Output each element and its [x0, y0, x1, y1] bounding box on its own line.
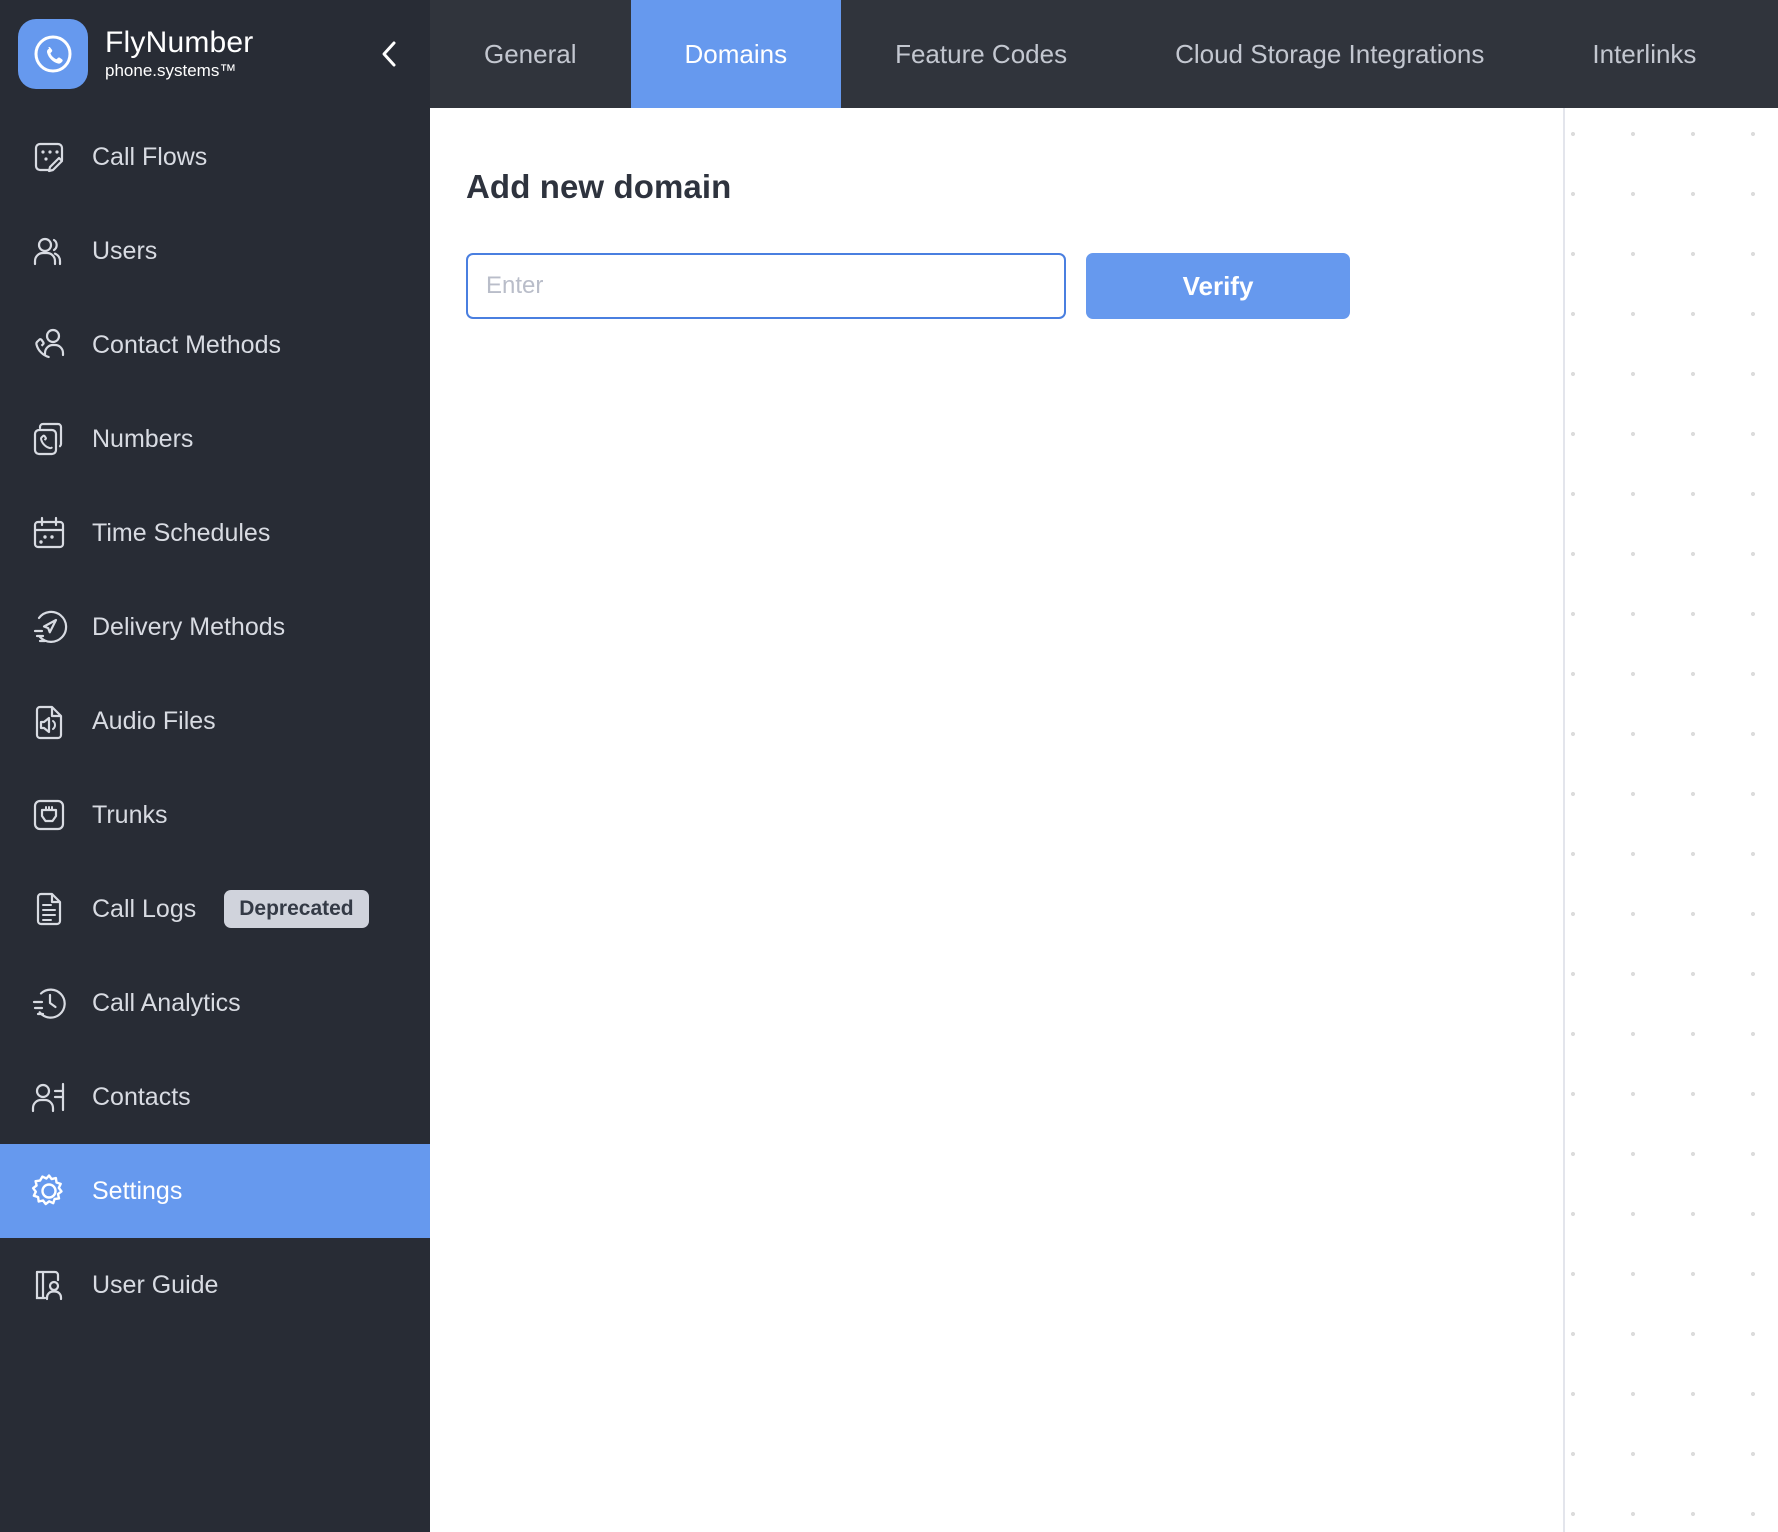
add-domain-form: Verify	[466, 253, 1563, 319]
tab-general[interactable]: General	[430, 0, 631, 108]
brand-text: FlyNumber phone.systems™	[105, 26, 254, 82]
sidebar-item-label: User Guide	[92, 1270, 219, 1299]
sidebar-item-call-flows[interactable]: Call Flows	[0, 110, 430, 204]
content-wrapper: Add new domain Verify	[430, 108, 1778, 1532]
app-subtitle: phone.systems™	[105, 61, 237, 80]
tab-interlinks[interactable]: Interlinks	[1538, 0, 1750, 108]
sidebar-item-label: Audio Files	[92, 706, 216, 735]
sidebar-item-settings[interactable]: Settings	[0, 1144, 430, 1238]
tab-feature-codes[interactable]: Feature Codes	[841, 0, 1121, 108]
sidebar-item-label: Numbers	[92, 424, 194, 453]
page-title: Add new domain	[466, 168, 732, 205]
app-title: FlyNumber	[105, 26, 254, 59]
trunks-icon	[26, 792, 72, 838]
sidebar-item-label: Trunks	[92, 800, 168, 829]
brand-header: FlyNumber phone.systems™	[0, 0, 430, 108]
sidebar-item-user-guide[interactable]: User Guide	[0, 1238, 430, 1332]
sidebar-item-delivery-methods[interactable]: Delivery Methods	[0, 580, 430, 674]
gear-icon	[26, 1168, 72, 1214]
right-panel: General Domains Feature Codes Cloud Stor…	[430, 0, 1778, 1532]
audio-file-icon	[26, 698, 72, 744]
sidebar-item-call-logs[interactable]: Call Logs Deprecated	[0, 862, 430, 956]
sidebar-item-time-schedules[interactable]: Time Schedules	[0, 486, 430, 580]
sidebar-item-contact-methods[interactable]: Contact Methods	[0, 298, 430, 392]
numbers-icon	[26, 416, 72, 462]
sidebar-item-users[interactable]: Users	[0, 204, 430, 298]
sidebar: FlyNumber phone.systems™ Call Flows User…	[0, 0, 430, 1532]
calendar-icon	[26, 510, 72, 556]
dotted-canvas-panel	[1565, 108, 1778, 1532]
settings-tabbar: General Domains Feature Codes Cloud Stor…	[430, 0, 1778, 108]
contact-methods-icon	[26, 322, 72, 368]
domain-input[interactable]	[466, 253, 1066, 319]
sidebar-item-label: Time Schedules	[92, 518, 271, 547]
sidebar-item-label: Contacts	[92, 1082, 191, 1111]
status-badge: Deprecated	[224, 890, 369, 928]
sidebar-item-label: Call Analytics	[92, 988, 241, 1017]
contacts-icon	[26, 1074, 72, 1120]
domains-panel: Add new domain Verify	[430, 108, 1565, 1532]
user-guide-icon	[26, 1262, 72, 1308]
delivery-methods-icon	[26, 604, 72, 650]
document-icon	[26, 886, 72, 932]
call-flows-icon	[26, 134, 72, 180]
sidebar-item-label: Settings	[92, 1176, 183, 1205]
tab-domains[interactable]: Domains	[630, 0, 842, 108]
sidebar-item-contacts[interactable]: Contacts	[0, 1050, 430, 1144]
users-icon	[26, 228, 72, 274]
phone-circle-icon	[18, 19, 88, 89]
sidebar-item-audio-files[interactable]: Audio Files	[0, 674, 430, 768]
chevron-left-icon[interactable]	[374, 39, 404, 69]
sidebar-item-call-analytics[interactable]: Call Analytics	[0, 956, 430, 1050]
verify-button[interactable]: Verify	[1086, 253, 1350, 319]
sidebar-item-label: Delivery Methods	[92, 612, 286, 641]
sidebar-item-numbers[interactable]: Numbers	[0, 392, 430, 486]
sidebar-item-label: Users	[92, 236, 158, 265]
tab-cloud-storage-integrations[interactable]: Cloud Storage Integrations	[1121, 0, 1538, 108]
sidebar-nav: Call Flows Users Contact Methods Numbers…	[0, 110, 430, 1332]
sidebar-item-label: Call Logs	[92, 894, 197, 923]
sidebar-item-trunks[interactable]: Trunks	[0, 768, 430, 862]
sidebar-item-label: Call Flows	[92, 142, 208, 171]
sidebar-item-label: Contact Methods	[92, 330, 281, 359]
clock-analytics-icon	[26, 980, 72, 1026]
app-root: FlyNumber phone.systems™ Call Flows User…	[0, 0, 1778, 1532]
